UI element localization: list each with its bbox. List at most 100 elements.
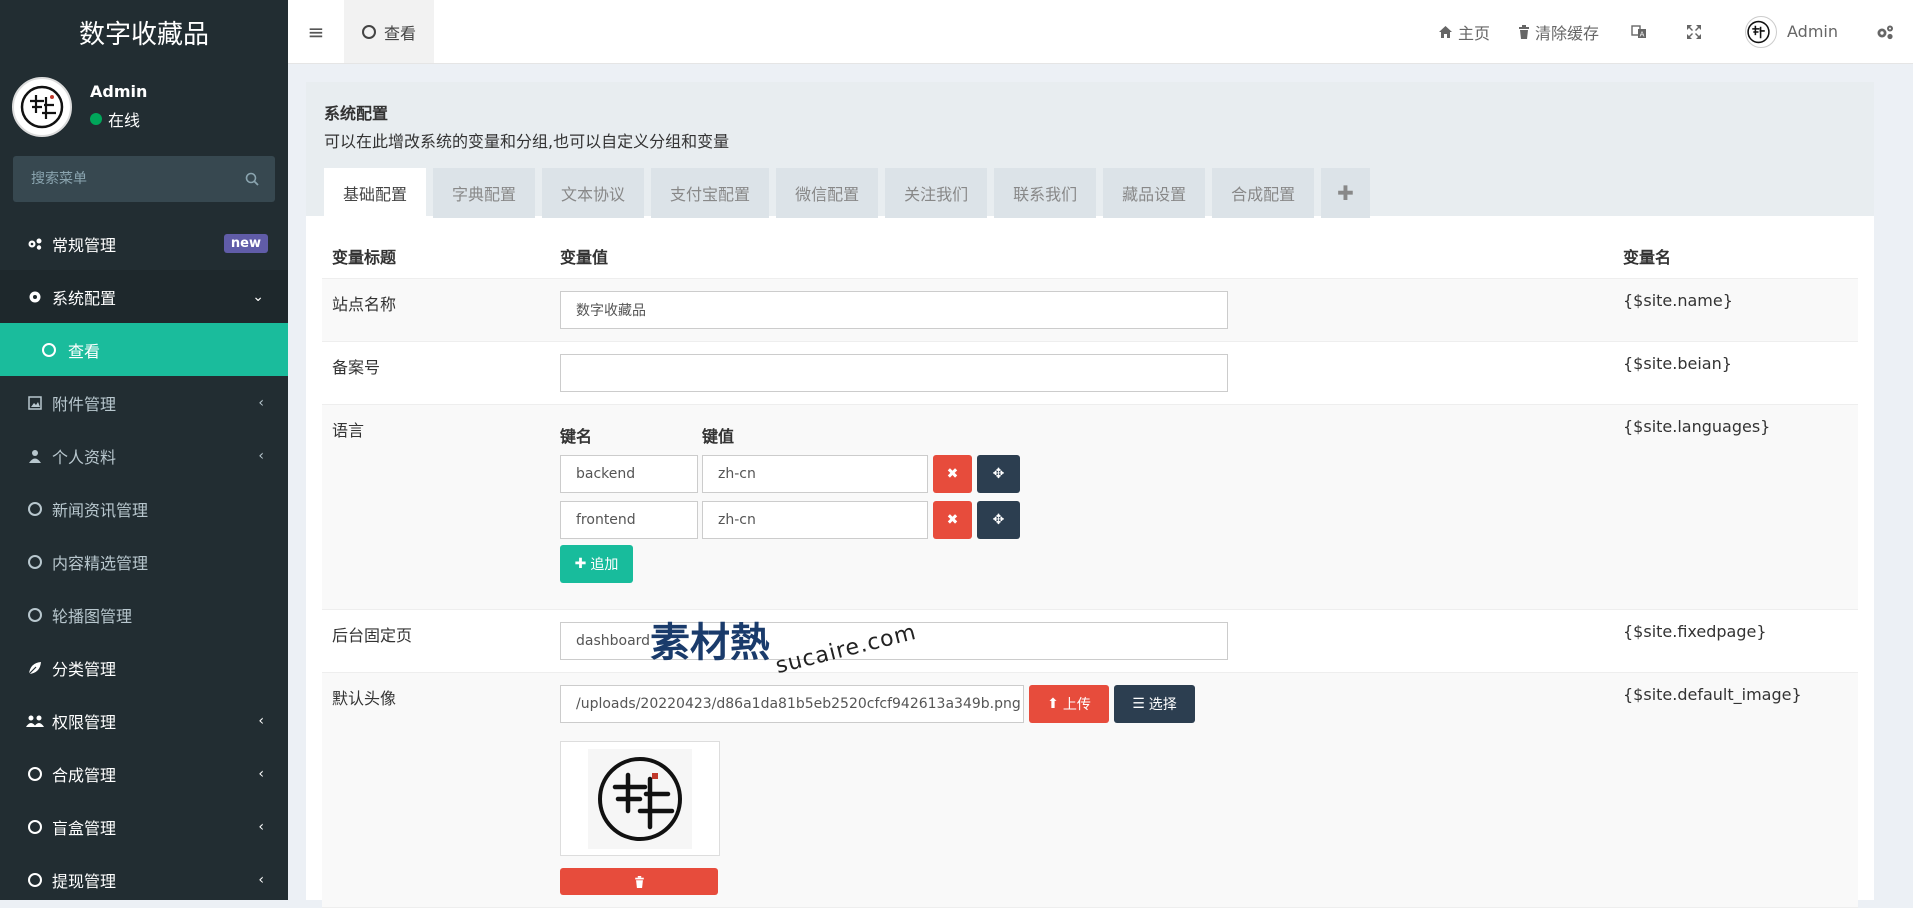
tab-dictionary-config[interactable]: 字典配置 (433, 168, 536, 218)
search-icon[interactable] (245, 172, 259, 186)
drag-handle-button[interactable]: ✥ (977, 455, 1020, 493)
tab-text-agreement[interactable]: 文本协议 (542, 168, 645, 218)
user-status-text: 在线 (108, 111, 141, 130)
circle-icon (26, 872, 44, 887)
sidebar-item-category[interactable]: 分类管理 (0, 641, 288, 694)
user-panel: Admin 在线 (0, 64, 288, 149)
language-entry: frontend zh-cn ✖ ✥ (560, 501, 1603, 539)
column-header-value: 变量值 (550, 216, 1613, 279)
sidebar-item-label: 查看 (68, 341, 101, 361)
sidebar-item-permissions[interactable]: 权限管理 ‹ (0, 694, 288, 747)
row-var-name: {$site.default_image} (1613, 672, 1858, 908)
language-entry: backend zh-cn ✖ ✥ (560, 455, 1603, 493)
sidebar-item-attachments[interactable]: 附件管理 ‹ (0, 376, 288, 429)
chevron-left-icon: ‹ (258, 765, 264, 782)
close-icon: ✖ (946, 512, 959, 528)
sidebar-item-news[interactable]: 新闻资讯管理 (0, 482, 288, 535)
sidebar-item-label: 系统配置 (52, 288, 117, 308)
tab-follow-us[interactable]: 关注我们 (885, 168, 988, 218)
tab-contact-us[interactable]: 联系我们 (994, 168, 1097, 218)
sidebar-item-system-config[interactable]: 系统配置 ⌄ (0, 270, 288, 323)
clear-cache-button[interactable]: 清除缓存 (1508, 0, 1617, 63)
row-title: 默认头像 (322, 672, 550, 908)
sidebar-item-withdraw[interactable]: 提现管理 ‹ (0, 853, 288, 900)
upload-icon: ⬆ (1047, 696, 1059, 712)
new-badge: new (223, 234, 268, 253)
language-key-input[interactable]: frontend (560, 501, 698, 539)
search-input[interactable] (29, 170, 233, 188)
row-title: 后台固定页 (322, 609, 550, 673)
home-link[interactable]: 主页 (1420, 0, 1508, 63)
sidebar-item-label: 内容精选管理 (52, 553, 149, 573)
chevron-left-icon: ‹ (258, 712, 264, 729)
menu-toggle-icon[interactable]: ≡ (288, 0, 344, 63)
row-var-name: {$site.fixedpage} (1613, 609, 1858, 673)
circle-icon (26, 607, 44, 622)
home-icon (1438, 25, 1452, 38)
user-menu[interactable]: Admin (1727, 0, 1856, 63)
avatar (1745, 15, 1777, 48)
trash-icon (634, 875, 644, 888)
row-title: 语言 (322, 404, 550, 610)
image-input-group: /uploads/20220423/d86a1da81b5eb2520cfcf9… (560, 685, 1603, 723)
remove-entry-button[interactable]: ✖ (933, 501, 972, 539)
language-key-input[interactable]: backend (560, 455, 698, 493)
add-entry-button[interactable]: ✚ 追加 (560, 545, 633, 583)
beian-input[interactable] (560, 354, 1228, 392)
chevron-left-icon: ‹ (258, 394, 264, 411)
clear-cache-label: 清除缓存 (1534, 23, 1599, 43)
tab-collection-settings[interactable]: 藏品设置 (1103, 168, 1206, 218)
sidebar-item-carousel[interactable]: 轮播图管理 (0, 588, 288, 641)
site-name-input[interactable]: 数字收藏品 (560, 291, 1228, 329)
tab-basic-config[interactable]: 基础配置 (324, 168, 427, 218)
row-title: 备案号 (322, 341, 550, 405)
top-navbar: ≡ 查看 主页 清除缓存 A Admin (288, 0, 1913, 64)
upload-label: 上传 (1062, 697, 1091, 713)
sidebar-item-featured[interactable]: 内容精选管理 (0, 535, 288, 588)
sidebar-item-label: 合成管理 (52, 765, 117, 785)
users-icon (26, 714, 44, 728)
watermark: 素材熱 sucaire.com (650, 610, 919, 679)
delete-image-button[interactable] (560, 868, 718, 895)
image-preview[interactable] (560, 741, 720, 856)
gear-icon (26, 290, 44, 304)
language-icon: A (1631, 24, 1646, 38)
tab-synthesis-config[interactable]: 合成配置 (1212, 168, 1315, 218)
app-logo[interactable]: 数字收藏品 (0, 0, 288, 64)
language-value-input[interactable]: zh-cn (702, 455, 928, 493)
sidebar-item-synthesis[interactable]: 合成管理 ‹ (0, 747, 288, 800)
main-content: 系统配置 可以在此增改系统的变量和分组,也可以自定义分组和变量 基础配置 字典配… (306, 82, 1874, 908)
sidebar-item-label: 权限管理 (52, 712, 117, 732)
tab-view[interactable]: 查看 (344, 0, 435, 63)
column-header-name: 变量名 (1613, 216, 1858, 279)
sidebar-item-label: 轮播图管理 (52, 606, 133, 626)
add-group-plus-icon[interactable]: ✚ (1321, 168, 1370, 218)
choose-button[interactable]: ☰ 选择 (1114, 685, 1195, 723)
control-sidebar-toggle[interactable] (1856, 0, 1913, 63)
remove-entry-button[interactable]: ✖ (933, 455, 972, 493)
sidebar-item-label: 分类管理 (52, 659, 117, 679)
close-icon: ✖ (946, 466, 959, 482)
default-image-input[interactable]: /uploads/20220423/d86a1da81b5eb2520cfcf9… (560, 685, 1024, 723)
upload-button[interactable]: ⬆ 上传 (1029, 685, 1109, 723)
sidebar-item-general[interactable]: 常规管理 new (0, 217, 288, 270)
menu-search (13, 156, 275, 202)
tab-wechat-config[interactable]: 微信配置 (776, 168, 879, 218)
sidebar-item-profile[interactable]: 个人资料 ‹ (0, 429, 288, 482)
move-icon: ✥ (992, 466, 1005, 482)
key-header: 键名 (560, 427, 593, 446)
sidebar-item-blindbox[interactable]: 盲盒管理 ‹ (0, 800, 288, 853)
page-title: 系统配置 (324, 104, 389, 123)
drag-handle-button[interactable]: ✥ (977, 501, 1020, 539)
avatar-image-icon (20, 85, 64, 128)
svg-text:A: A (1640, 30, 1645, 38)
tab-alipay-config[interactable]: 支付宝配置 (651, 168, 770, 218)
language-value-input[interactable]: zh-cn (702, 501, 928, 539)
language-switch-button[interactable]: A (1617, 0, 1666, 63)
sidebar-item-label: 提现管理 (52, 871, 117, 891)
table-row: 备案号 {$site.beian} (322, 341, 1858, 405)
fullscreen-button[interactable] (1666, 0, 1727, 63)
sidebar-item-view[interactable]: 查看 (0, 323, 288, 376)
chevron-left-icon: ‹ (258, 447, 264, 464)
top-right-nav: 主页 清除缓存 A Admin (1420, 0, 1913, 63)
